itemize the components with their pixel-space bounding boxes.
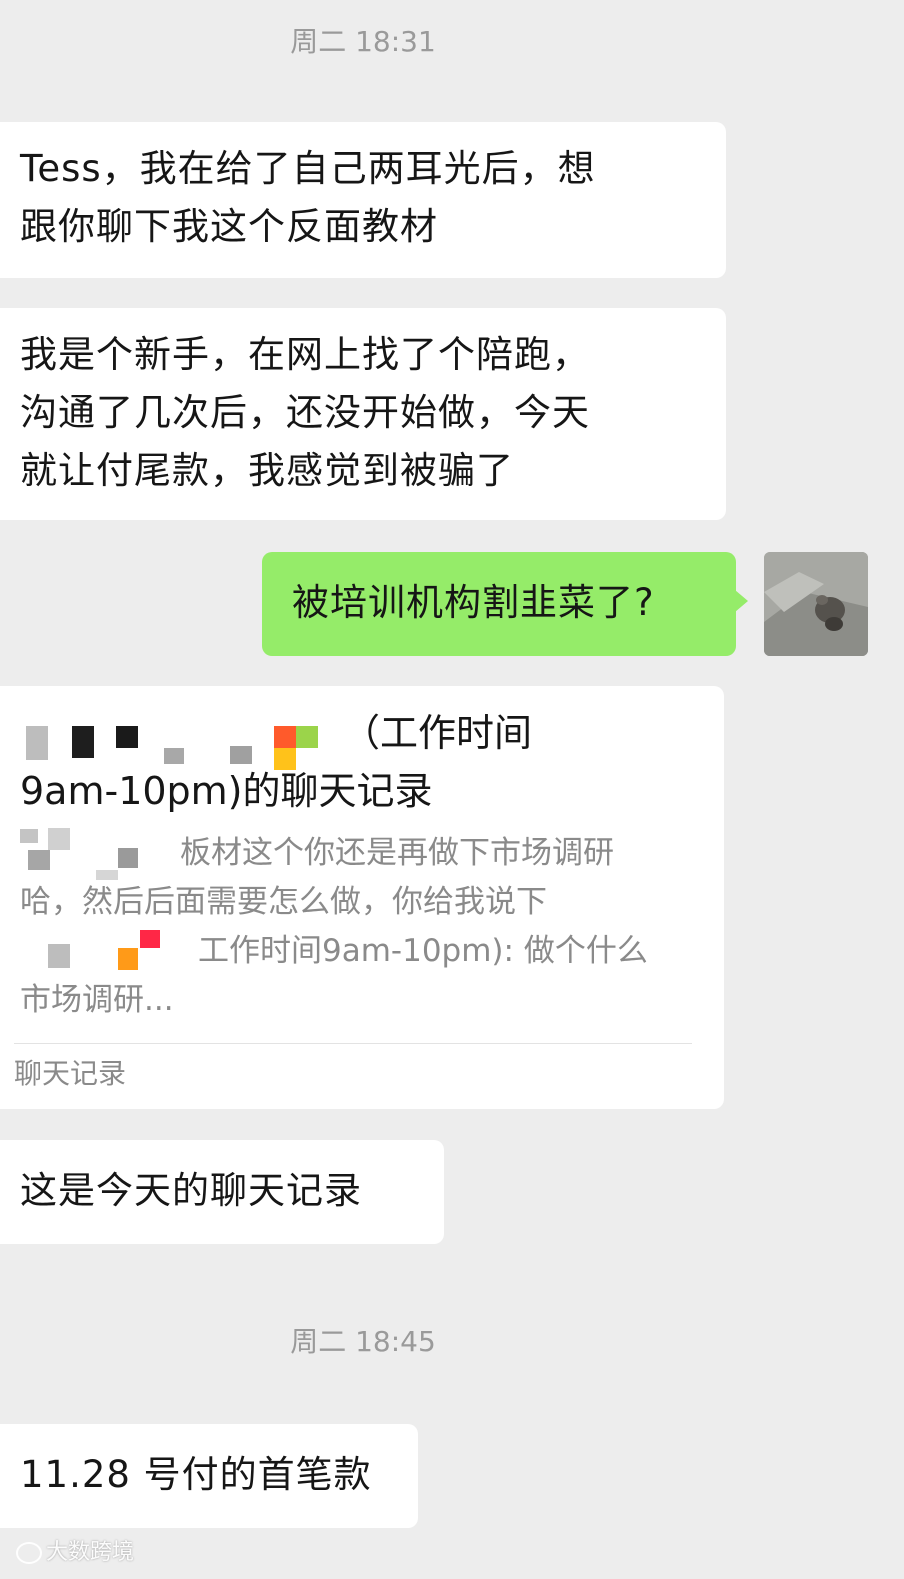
watermark-logo-icon <box>16 1542 42 1564</box>
watermark-text: 大数跨境 <box>46 1540 135 1565</box>
preview-line-1: 板材这个你还是再做下市场调研 <box>180 835 614 871</box>
message-bubble-1[interactable]: Tess，我在给了自己两耳光后，想 跟你聊下我这个反面教材 <box>0 122 726 278</box>
timestamp-second: 周二 18:45 <box>290 1325 436 1358</box>
message-bubble-outgoing[interactable]: 被培训机构割韭菜了? <box>262 552 748 656</box>
preview-line-3: 工作时间9am-10pm): 做个什么 <box>198 933 648 969</box>
chat-record-title-part-1: （工作时间 <box>342 711 533 755</box>
chat-record-preview: 板材这个你还是再做下市场调研 哈，然后后面需要怎么做，你给我说下 工作时间9am… <box>20 829 690 1025</box>
divider <box>14 1043 692 1044</box>
message-2-line-3: 就让付尾款，我感觉到被骗了 <box>20 449 514 492</box>
timestamp-first: 周二 18:31 <box>290 25 436 58</box>
watermark: 大数跨境 <box>16 1534 134 1566</box>
message-5-text: 11.28 号付的首笔款 <box>20 1453 372 1496</box>
message-4-text: 这是今天的聊天记录 <box>20 1169 362 1212</box>
message-bubble-4[interactable]: 这是今天的聊天记录 <box>0 1140 444 1244</box>
message-2-line-1: 我是个新手，在网上找了个陪跑， <box>20 333 590 376</box>
preview-line-4: 市场调研... <box>20 982 174 1018</box>
message-2-line-2: 沟通了几次后，还没开始做，今天 <box>20 391 590 434</box>
message-1-line-1: Tess，我在给了自己两耳光后，想 <box>20 147 596 190</box>
message-bubble-2[interactable]: 我是个新手，在网上找了个陪跑， 沟通了几次后，还没开始做，今天 就让付尾款，我感… <box>0 308 726 520</box>
message-bubble-5[interactable]: 11.28 号付的首笔款 <box>0 1424 418 1528</box>
message-3-text: 被培训机构割韭菜了? <box>292 581 655 624</box>
message-1-line-2: 跟你聊下我这个反面教材 <box>20 205 438 248</box>
cat-photo-avatar[interactable] <box>764 552 868 656</box>
preview-line-2: 哈，然后后面需要怎么做，你给我说下 <box>20 884 547 920</box>
chat-record-title-part-2: 9am-10pm)的聊天记录 <box>20 769 433 813</box>
avatar-image <box>764 552 868 656</box>
chat-record-title: （工作时间 9am-10pm)的聊天记录 <box>20 704 540 820</box>
chat-record-card[interactable]: （工作时间 9am-10pm)的聊天记录 板材这个你还是再做下市场调研 哈，然后… <box>0 686 724 1109</box>
chat-record-footer-label: 聊天记录 <box>14 1057 127 1090</box>
